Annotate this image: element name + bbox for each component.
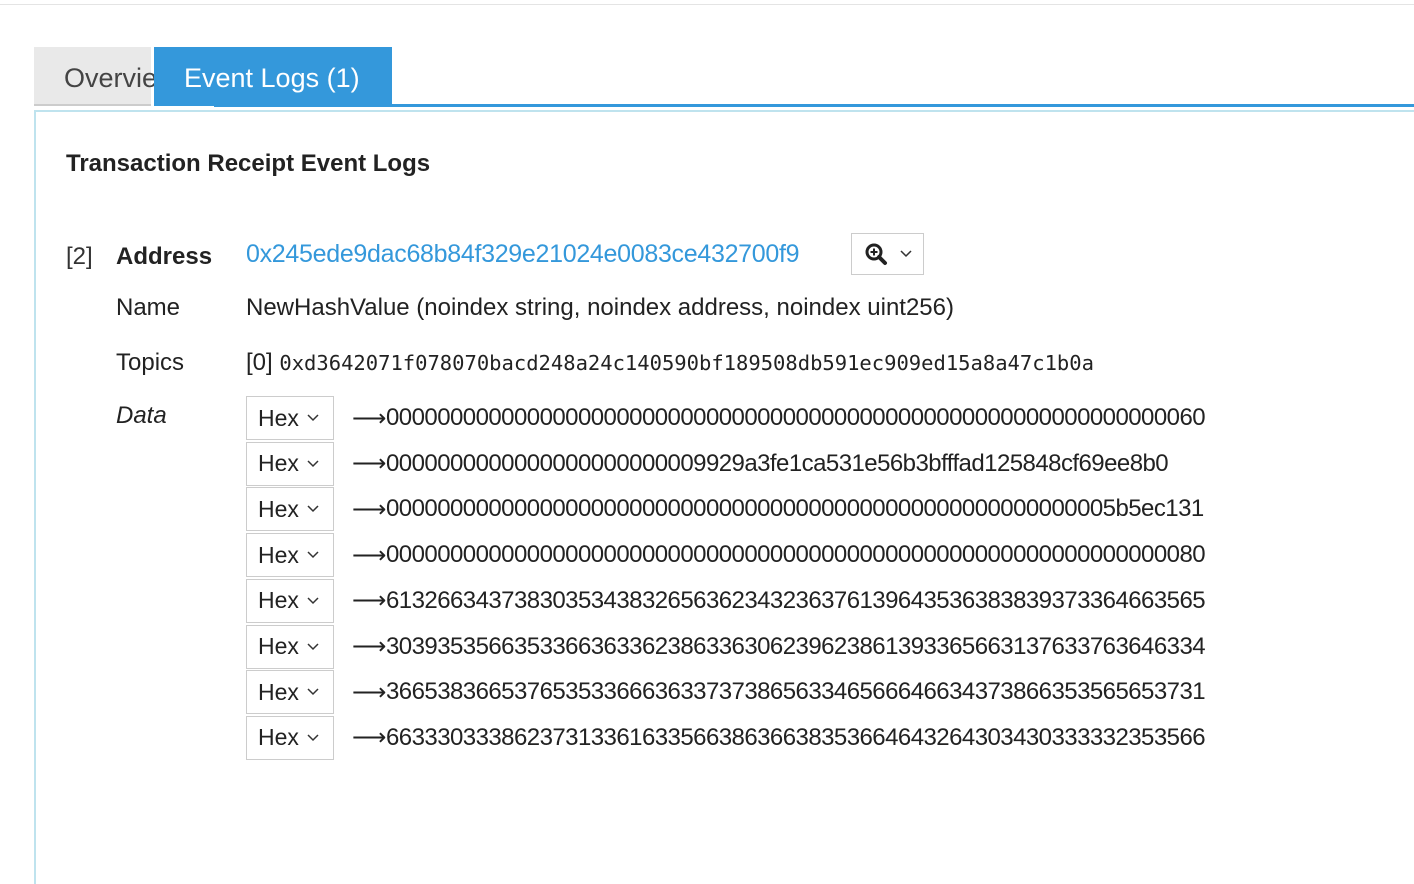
data-value: 0000000000000000000000000000000000000000… [386,404,1206,431]
format-select-value: Hex [258,587,299,614]
format-select[interactable]: Hex [246,624,334,669]
right-arrow-icon: ⟶ [352,450,387,478]
data-row: Hex ⟶ 303935356635336636336238633630623962… [246,624,1206,669]
format-select[interactable]: Hex [246,487,334,532]
chevron-down-icon [307,688,319,696]
chevron-down-icon [307,460,319,467]
format-select[interactable]: Hex [246,715,334,760]
format-select-value: Hex [258,404,299,431]
data-value: 6132663437383035343832656362343236376139… [386,586,1206,614]
data-row: Hex ⟶ 613266343738303534383265636234323637… [246,578,1206,623]
data-value: 3665383665376535336663633737386563346566… [386,678,1206,706]
format-select-value: Hex [258,495,299,522]
tab-event-logs[interactable]: Event Logs (1) [154,47,392,106]
data-value: 0000000000000000000000000000000000000000… [386,541,1206,569]
chevron-down-icon [307,642,319,650]
data-value: 0000000000000000000000009929a3fe1ca531e5… [386,449,1169,477]
right-arrow-icon: ⟶ [352,404,387,432]
format-select[interactable]: Hex [246,441,334,486]
right-arrow-icon: ⟶ [352,587,387,615]
chevron-down-icon [899,250,912,258]
chevron-down-icon [307,734,319,741]
event-name: NewHashValue (noindex string, noindex ad… [246,294,954,321]
format-select[interactable]: Hex [246,533,334,578]
address-lookup-dropdown[interactable] [851,233,924,275]
tab-underline [214,104,1414,107]
right-arrow-icon: ⟶ [352,633,387,660]
data-label: Data [116,402,167,429]
topics-label: Topics [116,349,185,376]
right-arrow-icon: ⟶ [352,495,387,523]
format-select[interactable]: Hex [246,670,334,715]
format-select[interactable]: Hex [246,578,334,623]
chevron-down-icon [307,414,319,422]
address-link[interactable]: 0x245ede9dac68b84f329e21024e0083ce432700… [246,240,800,269]
format-select[interactable]: Hex [246,396,334,440]
format-select-value: Hex [258,541,299,568]
section-title: Transaction Receipt Event Logs [66,150,431,177]
chevron-down-icon [307,505,319,513]
topic-index: [0] [246,349,273,376]
data-row: Hex ⟶ 366538366537653533666363373738656334… [246,670,1206,715]
tab-overview[interactable]: Overview [34,47,177,106]
data-value: 6633303338623731336163356638636638353664… [386,723,1206,751]
magnifier-plus-icon [865,243,887,265]
data-value: 0000000000000000000000000000000000000000… [386,495,1204,523]
format-select-value: Hex [258,633,299,659]
data-row: Hex ⟶ 0000000000000000000000009929a3fe1ca5… [246,441,1169,486]
data-row: Hex ⟶ 000000000000000000000000000000000000… [246,533,1206,578]
right-arrow-icon: ⟶ [352,724,387,752]
right-arrow-icon: ⟶ [352,541,387,569]
top-divider [0,4,1414,5]
data-row: Hex ⟶ 000000000000000000000000000000000000… [246,487,1204,532]
format-select-value: Hex [258,678,299,705]
data-value: 3039353566353366363362386336306239623861… [386,632,1206,660]
chevron-down-icon [307,597,319,604]
chevron-down-icon [307,551,319,559]
data-row: Hex ⟶ 000000000000000000000000000000000000… [246,396,1206,440]
address-label: Address [116,243,213,270]
topic-item: [0] 0xd3642071f078070bacd248a24c140590bf… [246,349,1094,377]
data-row: Hex ⟶ 663330333862373133616335663863663835… [246,715,1206,760]
log-index: [2] [66,243,93,270]
format-select-value: Hex [258,724,299,751]
topic-value: 0xd3642071f078070bacd248a24c140590bf1895… [279,351,1094,375]
format-select-value: Hex [258,450,299,477]
right-arrow-icon: ⟶ [352,678,387,706]
tab-bar: Overview Event Logs (1) [34,47,392,106]
name-label: Name [116,294,181,321]
